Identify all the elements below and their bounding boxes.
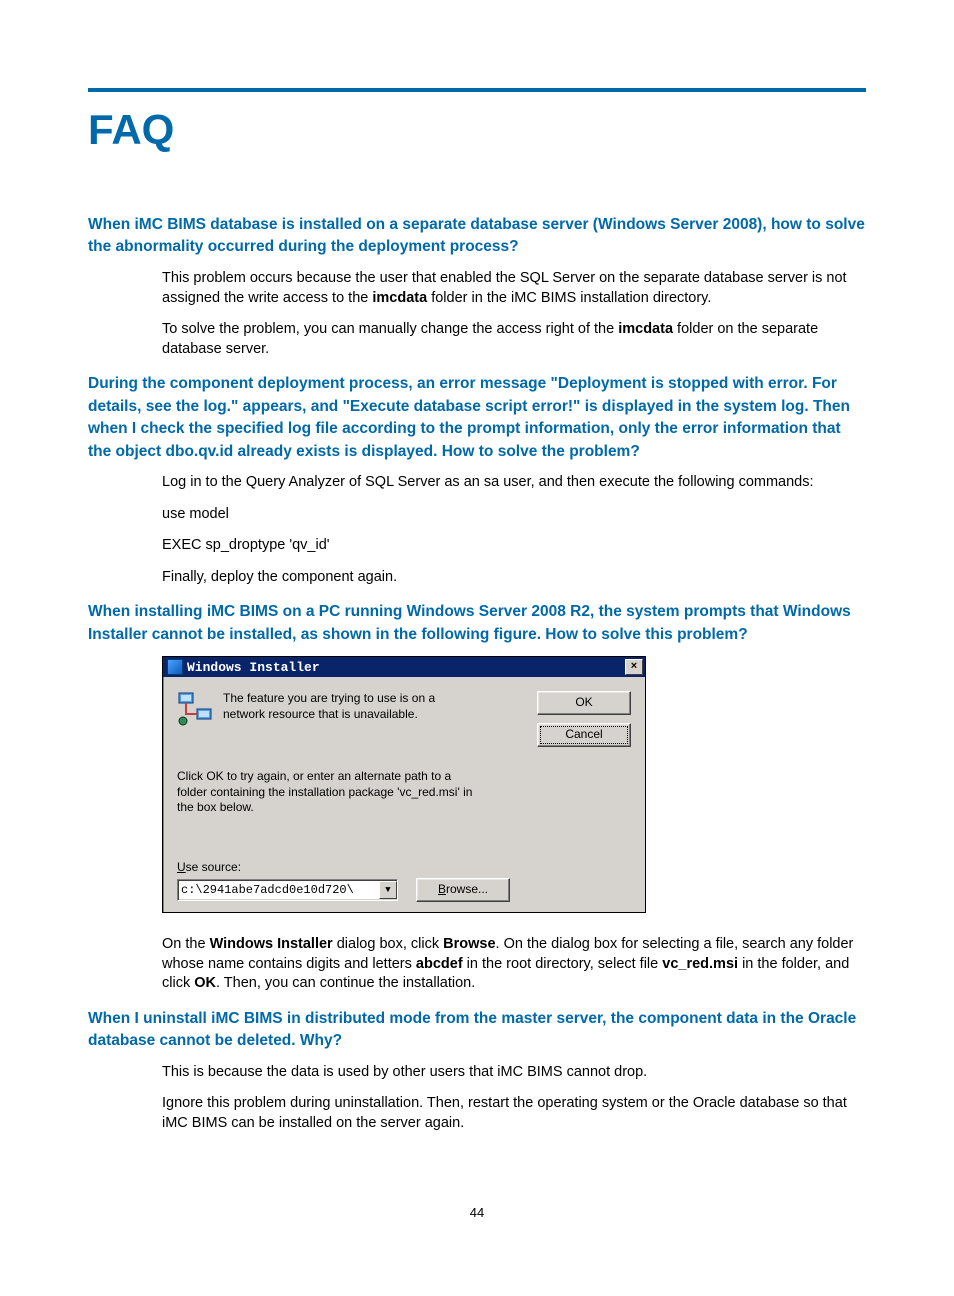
- faq-answer-4a: This is because the data is used by othe…: [162, 1063, 866, 1083]
- text: To solve the problem, you can manually c…: [162, 321, 618, 337]
- text: folder in the iMC BIMS installation dire…: [427, 290, 711, 306]
- ok-button[interactable]: OK: [537, 691, 631, 715]
- browse-button[interactable]: Browse...: [416, 878, 510, 902]
- faq-answer-3: On the Windows Installer dialog box, cli…: [162, 935, 866, 994]
- text: dialog box, click: [333, 936, 443, 952]
- faq-question-2: During the component deployment process,…: [88, 373, 866, 463]
- windows-installer-dialog: Windows Installer × T: [162, 656, 866, 913]
- faq-answer-2b: use model: [162, 505, 866, 525]
- chevron-down-icon[interactable]: ▼: [379, 881, 397, 899]
- bold-imcdata: imcdata: [372, 290, 427, 306]
- bold-windows-installer: Windows Installer: [210, 936, 333, 952]
- installer-icon: [167, 659, 183, 675]
- bold-ok: OK: [194, 975, 216, 991]
- faq-answer-1a: This problem occurs because the user tha…: [162, 269, 866, 308]
- faq-question-3: When installing iMC BIMS on a PC running…: [88, 601, 866, 646]
- close-icon[interactable]: ×: [625, 659, 643, 675]
- source-path-combobox[interactable]: c:\2941abe7adcd0e10d720\ ▼: [177, 879, 398, 901]
- page-number: 44: [0, 1205, 954, 1220]
- dialog-message-2: Click OK to try again, or enter an alter…: [177, 769, 477, 816]
- dialog-message-1: The feature you are trying to use is on …: [223, 691, 443, 722]
- header-rule: [88, 88, 866, 92]
- source-path-value: c:\2941abe7adcd0e10d720\: [181, 883, 379, 897]
- text: On the: [162, 936, 210, 952]
- faq-question-1: When iMC BIMS database is installed on a…: [88, 214, 866, 259]
- dialog-titlebar[interactable]: Windows Installer ×: [163, 657, 645, 677]
- page-title: FAQ: [88, 106, 866, 154]
- use-source-label: Use source:: [177, 860, 631, 874]
- faq-answer-2a: Log in to the Query Analyzer of SQL Serv…: [162, 473, 866, 493]
- bold-browse: Browse: [443, 936, 495, 952]
- bold-abcdef: abcdef: [416, 956, 463, 972]
- text: rowse...: [446, 882, 488, 896]
- bold-vcred: vc_red.msi: [662, 956, 738, 972]
- faq-answer-4b: Ignore this problem during uninstallatio…: [162, 1094, 866, 1133]
- text: in the root directory, select file: [463, 956, 663, 972]
- faq-question-4: When I uninstall iMC BIMS in distributed…: [88, 1008, 866, 1053]
- text: . Then, you can continue the installatio…: [216, 975, 475, 991]
- cancel-button[interactable]: Cancel: [537, 723, 631, 747]
- underline-u: U: [177, 860, 186, 874]
- dialog-title-text: Windows Installer: [187, 660, 625, 675]
- text: se source:: [186, 860, 241, 874]
- bold-imcdata: imcdata: [618, 321, 673, 337]
- faq-answer-2d: Finally, deploy the component again.: [162, 568, 866, 588]
- underline-b: B: [438, 882, 446, 896]
- network-resource-icon: [177, 691, 213, 727]
- faq-answer-1b: To solve the problem, you can manually c…: [162, 320, 866, 359]
- faq-answer-2c: EXEC sp_droptype 'qv_id': [162, 536, 866, 556]
